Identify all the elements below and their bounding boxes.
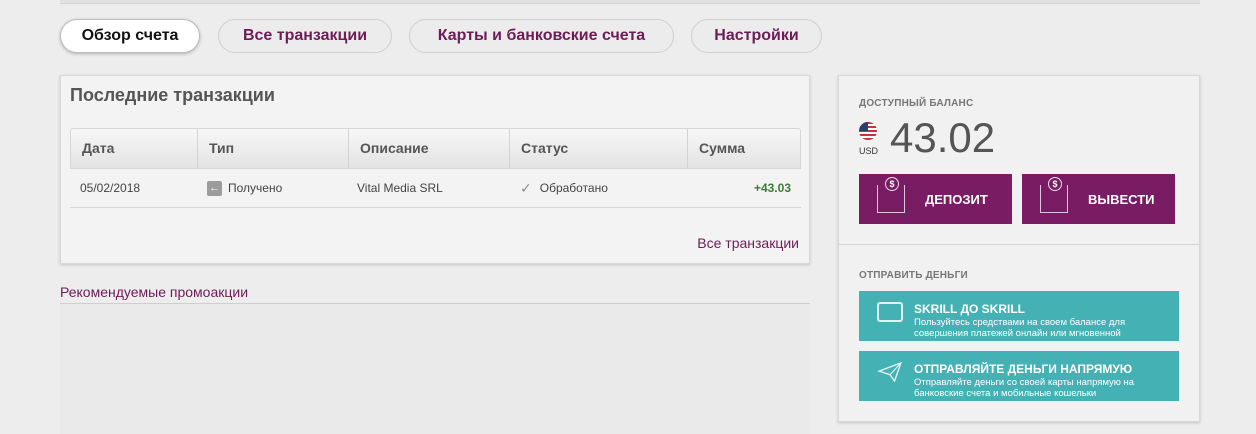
row-description: Vital Media SRL xyxy=(357,181,443,195)
row-date: 05/02/2018 xyxy=(80,181,141,195)
top-strip xyxy=(60,0,1200,4)
balance-amount: 43.02 xyxy=(890,114,996,161)
tab-all-transactions[interactable]: Все транзакции xyxy=(218,19,392,53)
all-transactions-link[interactable]: Все транзакции xyxy=(697,235,799,251)
skrill-to-skrill-desc: Пользуйтесь средствами на своем балансе … xyxy=(914,317,1126,339)
withdraw-icon xyxy=(1040,177,1068,213)
table-row[interactable]: 05/02/2018 ← Получено Vital Media SRL ✓ … xyxy=(70,169,801,208)
row-type: ← Получено xyxy=(207,169,282,207)
send-direct-title: ОТПРАВЛЯЙТЕ ДЕНЬГИ НАПРЯМУЮ xyxy=(914,362,1133,376)
row-type-label: Получено xyxy=(228,181,283,195)
send-direct-desc: Отправляйте деньги со своей карты напрям… xyxy=(914,377,1135,399)
paper-plane-icon xyxy=(877,362,902,382)
transactions-table: Дата Тип Описание Статус Сумма 05/02/201… xyxy=(70,128,801,208)
promotions-title[interactable]: Рекомендуемые промоакции xyxy=(60,284,248,300)
table-header: Дата Тип Описание Статус Сумма xyxy=(70,128,801,169)
column-header-type[interactable]: Тип xyxy=(198,129,349,168)
deposit-icon xyxy=(877,177,905,213)
deposit-label: ДЕПОЗИТ xyxy=(925,191,988,207)
tab-settings[interactable]: Настройки xyxy=(691,19,822,53)
tab-cards-and-bank-accounts[interactable]: Карты и банковские счета xyxy=(409,19,674,53)
column-header-status[interactable]: Статус xyxy=(510,129,688,168)
send-direct-button[interactable]: ОТПРАВЛЯЙТЕ ДЕНЬГИ НАПРЯМУЮ Отправляйте … xyxy=(859,351,1179,401)
deposit-button[interactable]: ДЕПОЗИТ xyxy=(859,174,1012,224)
column-header-amount[interactable]: Сумма xyxy=(688,129,800,168)
row-amount: +43.03 xyxy=(753,181,791,195)
currency-code: USD xyxy=(859,146,879,156)
available-balance-caption: ДОСТУПНЫЙ БАЛАНС xyxy=(859,98,974,109)
wallet-icon xyxy=(877,302,903,322)
skrill-to-skrill-title: SKRILL ДО SKRILL xyxy=(914,302,1025,316)
send-money-caption: ОТПРАВИТЬ ДЕНЬГИ xyxy=(859,270,968,281)
promotions-area xyxy=(60,304,810,434)
checkmark-icon: ✓ xyxy=(520,180,532,196)
row-status-label: Обработано xyxy=(539,181,608,195)
withdraw-button[interactable]: ВЫВЕСТИ xyxy=(1022,174,1175,224)
recent-transactions-title: Последние транзакции xyxy=(70,85,275,105)
withdraw-label: ВЫВЕСТИ xyxy=(1088,191,1155,207)
skrill-to-skrill-button[interactable]: SKRILL ДО SKRILL Пользуйтесь средствами … xyxy=(859,291,1179,341)
tab-account-overview[interactable]: Обзор счета xyxy=(60,19,200,53)
column-header-description[interactable]: Описание xyxy=(349,129,510,168)
column-header-date[interactable]: Дата xyxy=(71,129,198,168)
recent-transactions-panel: Последние транзакции Дата Тип Описание С… xyxy=(60,75,810,264)
row-status: ✓ Обработано xyxy=(520,169,608,207)
balance-panel: ДОСТУПНЫЙ БАЛАНС USD 43.02 ДЕПОЗИТ ВЫВЕС… xyxy=(838,75,1200,422)
us-flag-icon xyxy=(859,122,877,140)
panel-divider xyxy=(839,244,1199,245)
received-arrow-icon: ← xyxy=(207,180,222,196)
